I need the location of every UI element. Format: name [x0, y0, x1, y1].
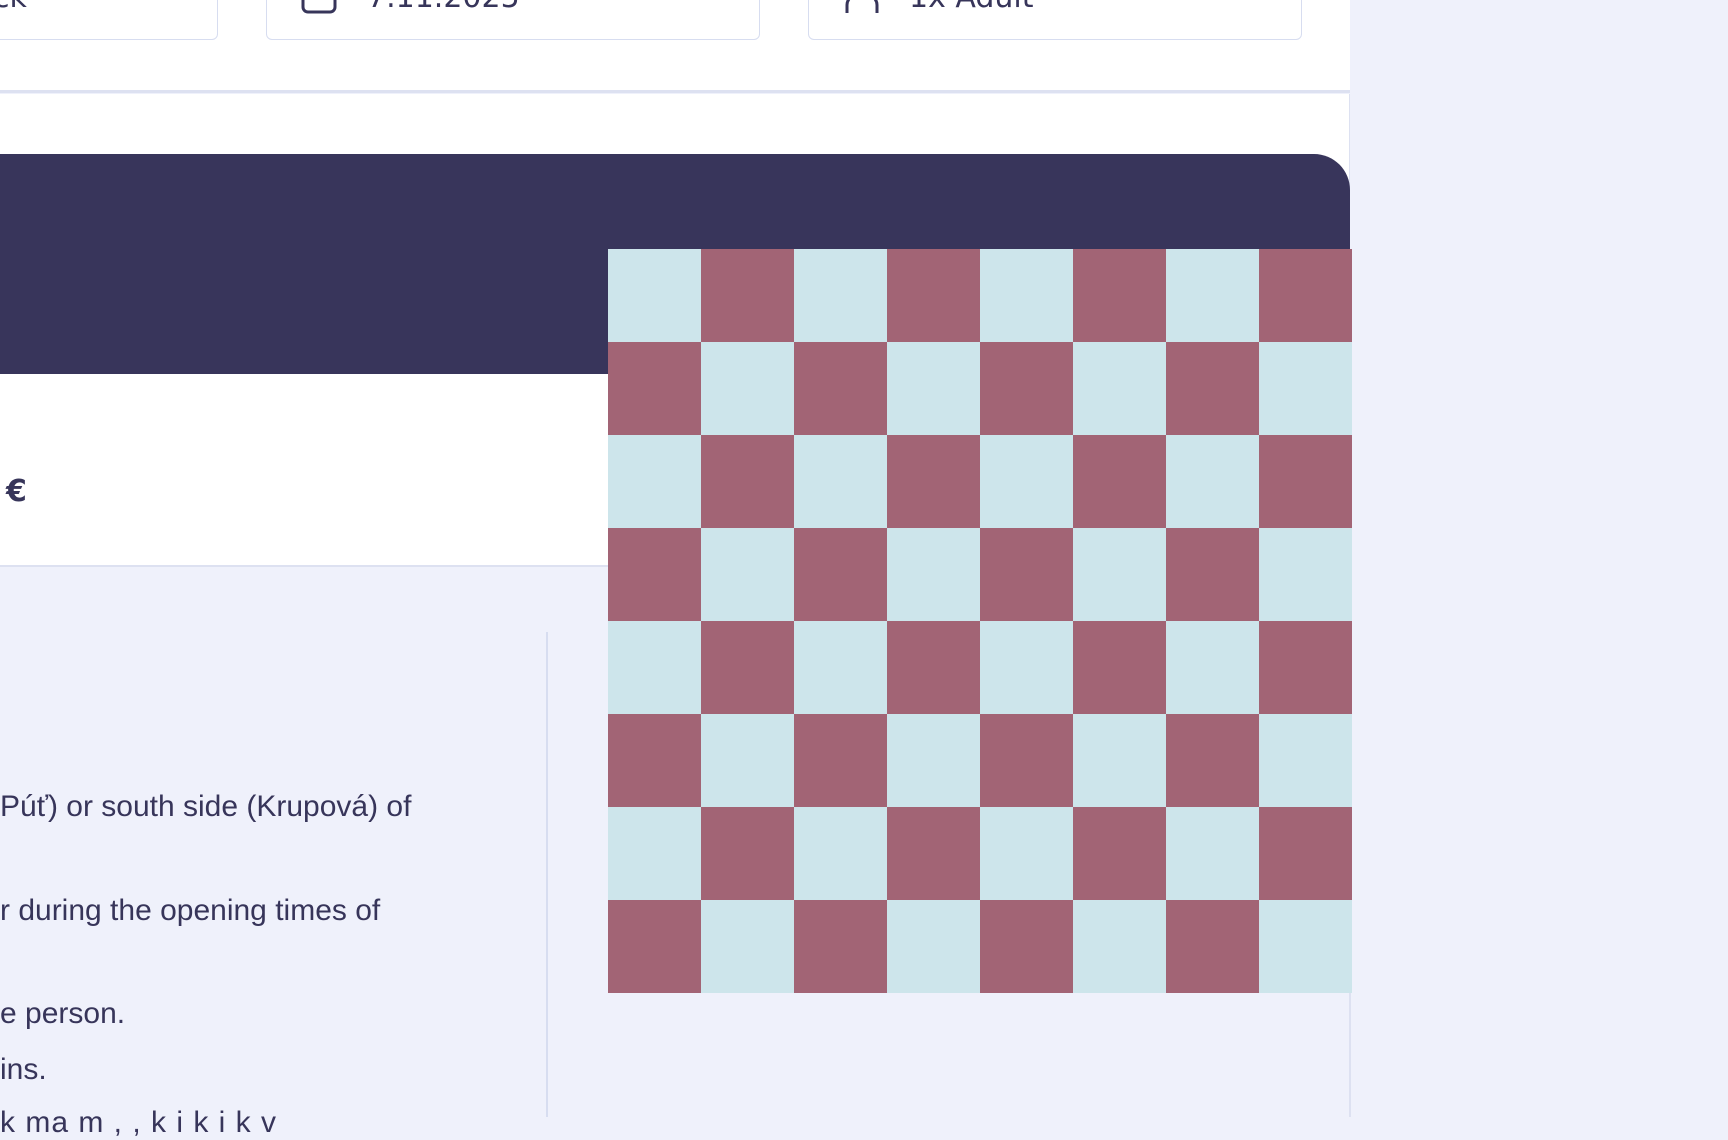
checker-square [1073, 807, 1166, 900]
price-currency: € [6, 474, 27, 509]
checker-square [1166, 249, 1259, 342]
checker-square [1073, 528, 1166, 621]
checker-square [887, 714, 980, 807]
checker-square [1073, 714, 1166, 807]
checker-square [701, 342, 794, 435]
checker-square [608, 621, 701, 714]
checker-square [887, 528, 980, 621]
checker-square [1073, 435, 1166, 528]
info-line: ins. [0, 1053, 47, 1086]
info-line: r during the opening times of [0, 894, 381, 927]
checker-square [1259, 528, 1352, 621]
date-field[interactable]: 7.11.2025 [266, 0, 760, 40]
checker-square [1166, 621, 1259, 714]
location-field[interactable]: ck [0, 0, 218, 40]
checker-square [794, 342, 887, 435]
search-bar: ck 7.11.2025 1x Adult [0, 0, 1350, 93]
checker-square [1259, 435, 1352, 528]
checkerboard [608, 249, 1352, 993]
checker-square [608, 342, 701, 435]
info-line: k ma m , , k i k i k v [0, 1106, 278, 1139]
checker-square [887, 807, 980, 900]
location-field-value: ck [0, 0, 27, 15]
calendar-icon [301, 0, 337, 15]
checker-square [1259, 714, 1352, 807]
checker-square [794, 807, 887, 900]
checker-square [608, 900, 701, 993]
checker-square [1166, 342, 1259, 435]
checker-square [980, 342, 1073, 435]
checker-square [794, 249, 887, 342]
checker-square [1073, 249, 1166, 342]
checker-square [1166, 435, 1259, 528]
checker-square [1259, 900, 1352, 993]
info-line: e person. [0, 997, 126, 1030]
checker-square [887, 249, 980, 342]
checker-square [701, 435, 794, 528]
checker-square [1166, 807, 1259, 900]
checker-square [608, 807, 701, 900]
checker-square [980, 714, 1073, 807]
checker-square [887, 435, 980, 528]
checker-square [794, 528, 887, 621]
checker-square [980, 621, 1073, 714]
checker-square [608, 435, 701, 528]
checker-square [1073, 621, 1166, 714]
checker-square [608, 249, 701, 342]
checker-square [887, 900, 980, 993]
checker-square [980, 807, 1073, 900]
person-icon [845, 0, 879, 15]
checker-square [794, 714, 887, 807]
checker-square [980, 528, 1073, 621]
checker-square [1259, 807, 1352, 900]
checker-square [1259, 342, 1352, 435]
checker-square [1259, 249, 1352, 342]
checker-square [980, 900, 1073, 993]
checker-square [701, 714, 794, 807]
checker-square [701, 807, 794, 900]
checker-square [701, 900, 794, 993]
checker-square [794, 435, 887, 528]
info-line: Púť) or south side (Krupová) of [0, 790, 412, 823]
checker-square [794, 621, 887, 714]
checker-square [1166, 900, 1259, 993]
checker-square [701, 249, 794, 342]
checker-square [1166, 714, 1259, 807]
travellers-field[interactable]: 1x Adult [808, 0, 1302, 40]
date-field-value: 7.11.2025 [367, 0, 520, 15]
travellers-field-value: 1x Adult [909, 0, 1034, 15]
checker-square [887, 621, 980, 714]
checker-square [1259, 621, 1352, 714]
checker-square [794, 900, 887, 993]
checker-square [608, 714, 701, 807]
checker-square [980, 435, 1073, 528]
checker-square [980, 249, 1073, 342]
checker-square [887, 342, 980, 435]
info-divider [546, 632, 548, 1117]
checker-square [1166, 528, 1259, 621]
checker-square [701, 528, 794, 621]
checker-square [608, 528, 701, 621]
checker-square [1073, 900, 1166, 993]
checker-square [1073, 342, 1166, 435]
checker-square [701, 621, 794, 714]
